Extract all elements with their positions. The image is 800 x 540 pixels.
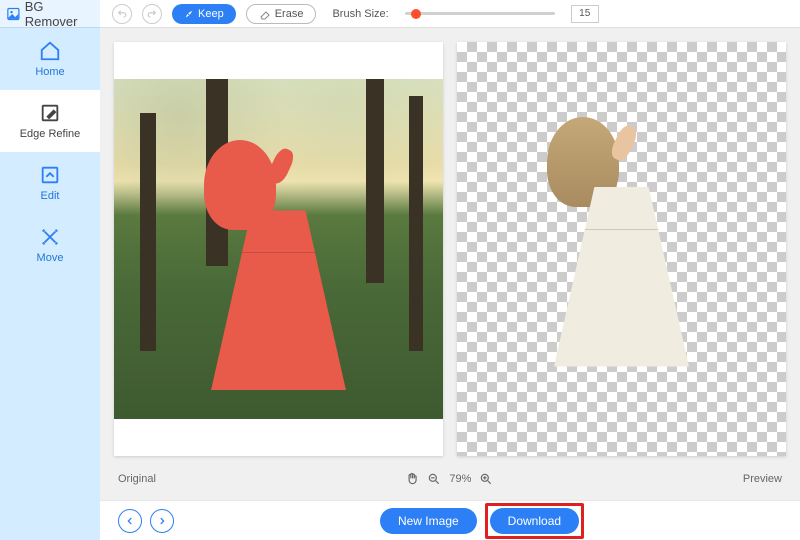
brand-name: BG Remover [25,0,94,29]
download-button[interactable]: Download [490,508,579,534]
undo-icon [117,9,127,19]
next-image-button[interactable] [150,509,174,533]
pan-tool-button[interactable] [405,472,419,486]
preview-panel[interactable] [457,42,786,456]
panels-row [100,28,800,466]
tree-decoration [409,96,423,351]
new-image-label: New Image [398,514,459,528]
download-highlight: Download [485,503,584,539]
erase-icon [259,8,271,20]
dress-shape [204,210,354,390]
brand: BG Remover [0,0,100,28]
edit-icon [39,164,61,186]
original-panel[interactable] [114,42,443,456]
move-icon [39,226,61,248]
sidebar-item-edge-refine[interactable]: Edge Refine [0,90,100,152]
topbar: Keep Erase Brush Size: 15 [100,0,800,28]
original-caption: Original [118,473,156,485]
edge-refine-icon [39,102,61,124]
dress-shape [547,187,697,367]
arm-shape [608,122,640,162]
home-icon [39,40,61,62]
zoom-out-icon [427,472,441,486]
sidebar-item-edit[interactable]: Edit [0,152,100,214]
brush-size-slider[interactable] [405,12,555,15]
subject-cutout [547,117,697,367]
sidebar-item-label: Move [37,252,64,264]
original-image [114,79,443,418]
zoom-in-icon [479,472,493,486]
chevron-left-icon [125,516,135,526]
redo-icon [147,9,157,19]
prev-image-button[interactable] [118,509,142,533]
zoom-out-button[interactable] [427,472,441,486]
erase-button[interactable]: Erase [246,4,317,24]
sidebar-item-label: Edit [41,190,60,202]
sidebar: BG Remover Home Edge Refine Edit Move [0,0,100,540]
brush-size-label: Brush Size: [332,8,388,20]
undo-button[interactable] [112,4,132,24]
chevron-right-icon [157,516,167,526]
bottom-bar: New Image Download [100,500,800,540]
zoom-in-button[interactable] [479,472,493,486]
brush-keep-icon [184,9,194,19]
sidebar-item-move[interactable]: Move [0,214,100,276]
brand-logo-icon [6,6,21,22]
sidebar-item-label: Edge Refine [20,128,81,140]
erase-label: Erase [275,8,304,20]
subject-mask [204,140,354,390]
workspace: Original 79% Preview New Image Download [100,28,800,540]
keep-label: Keep [198,8,224,20]
new-image-button[interactable]: New Image [380,508,477,534]
brush-size-value: 15 [571,5,599,23]
preview-caption: Preview [743,473,782,485]
slider-thumb[interactable] [411,9,421,19]
zoom-level: 79% [449,473,471,485]
arm-shape [265,146,297,186]
keep-button[interactable]: Keep [172,4,236,24]
sidebar-item-home[interactable]: Home [0,28,100,90]
tree-decoration [366,79,384,283]
tree-decoration [140,113,156,351]
redo-button[interactable] [142,4,162,24]
hand-icon [405,472,419,486]
status-bar: Original 79% Preview [100,466,800,492]
download-label: Download [508,514,561,528]
sidebar-item-label: Home [35,66,64,78]
